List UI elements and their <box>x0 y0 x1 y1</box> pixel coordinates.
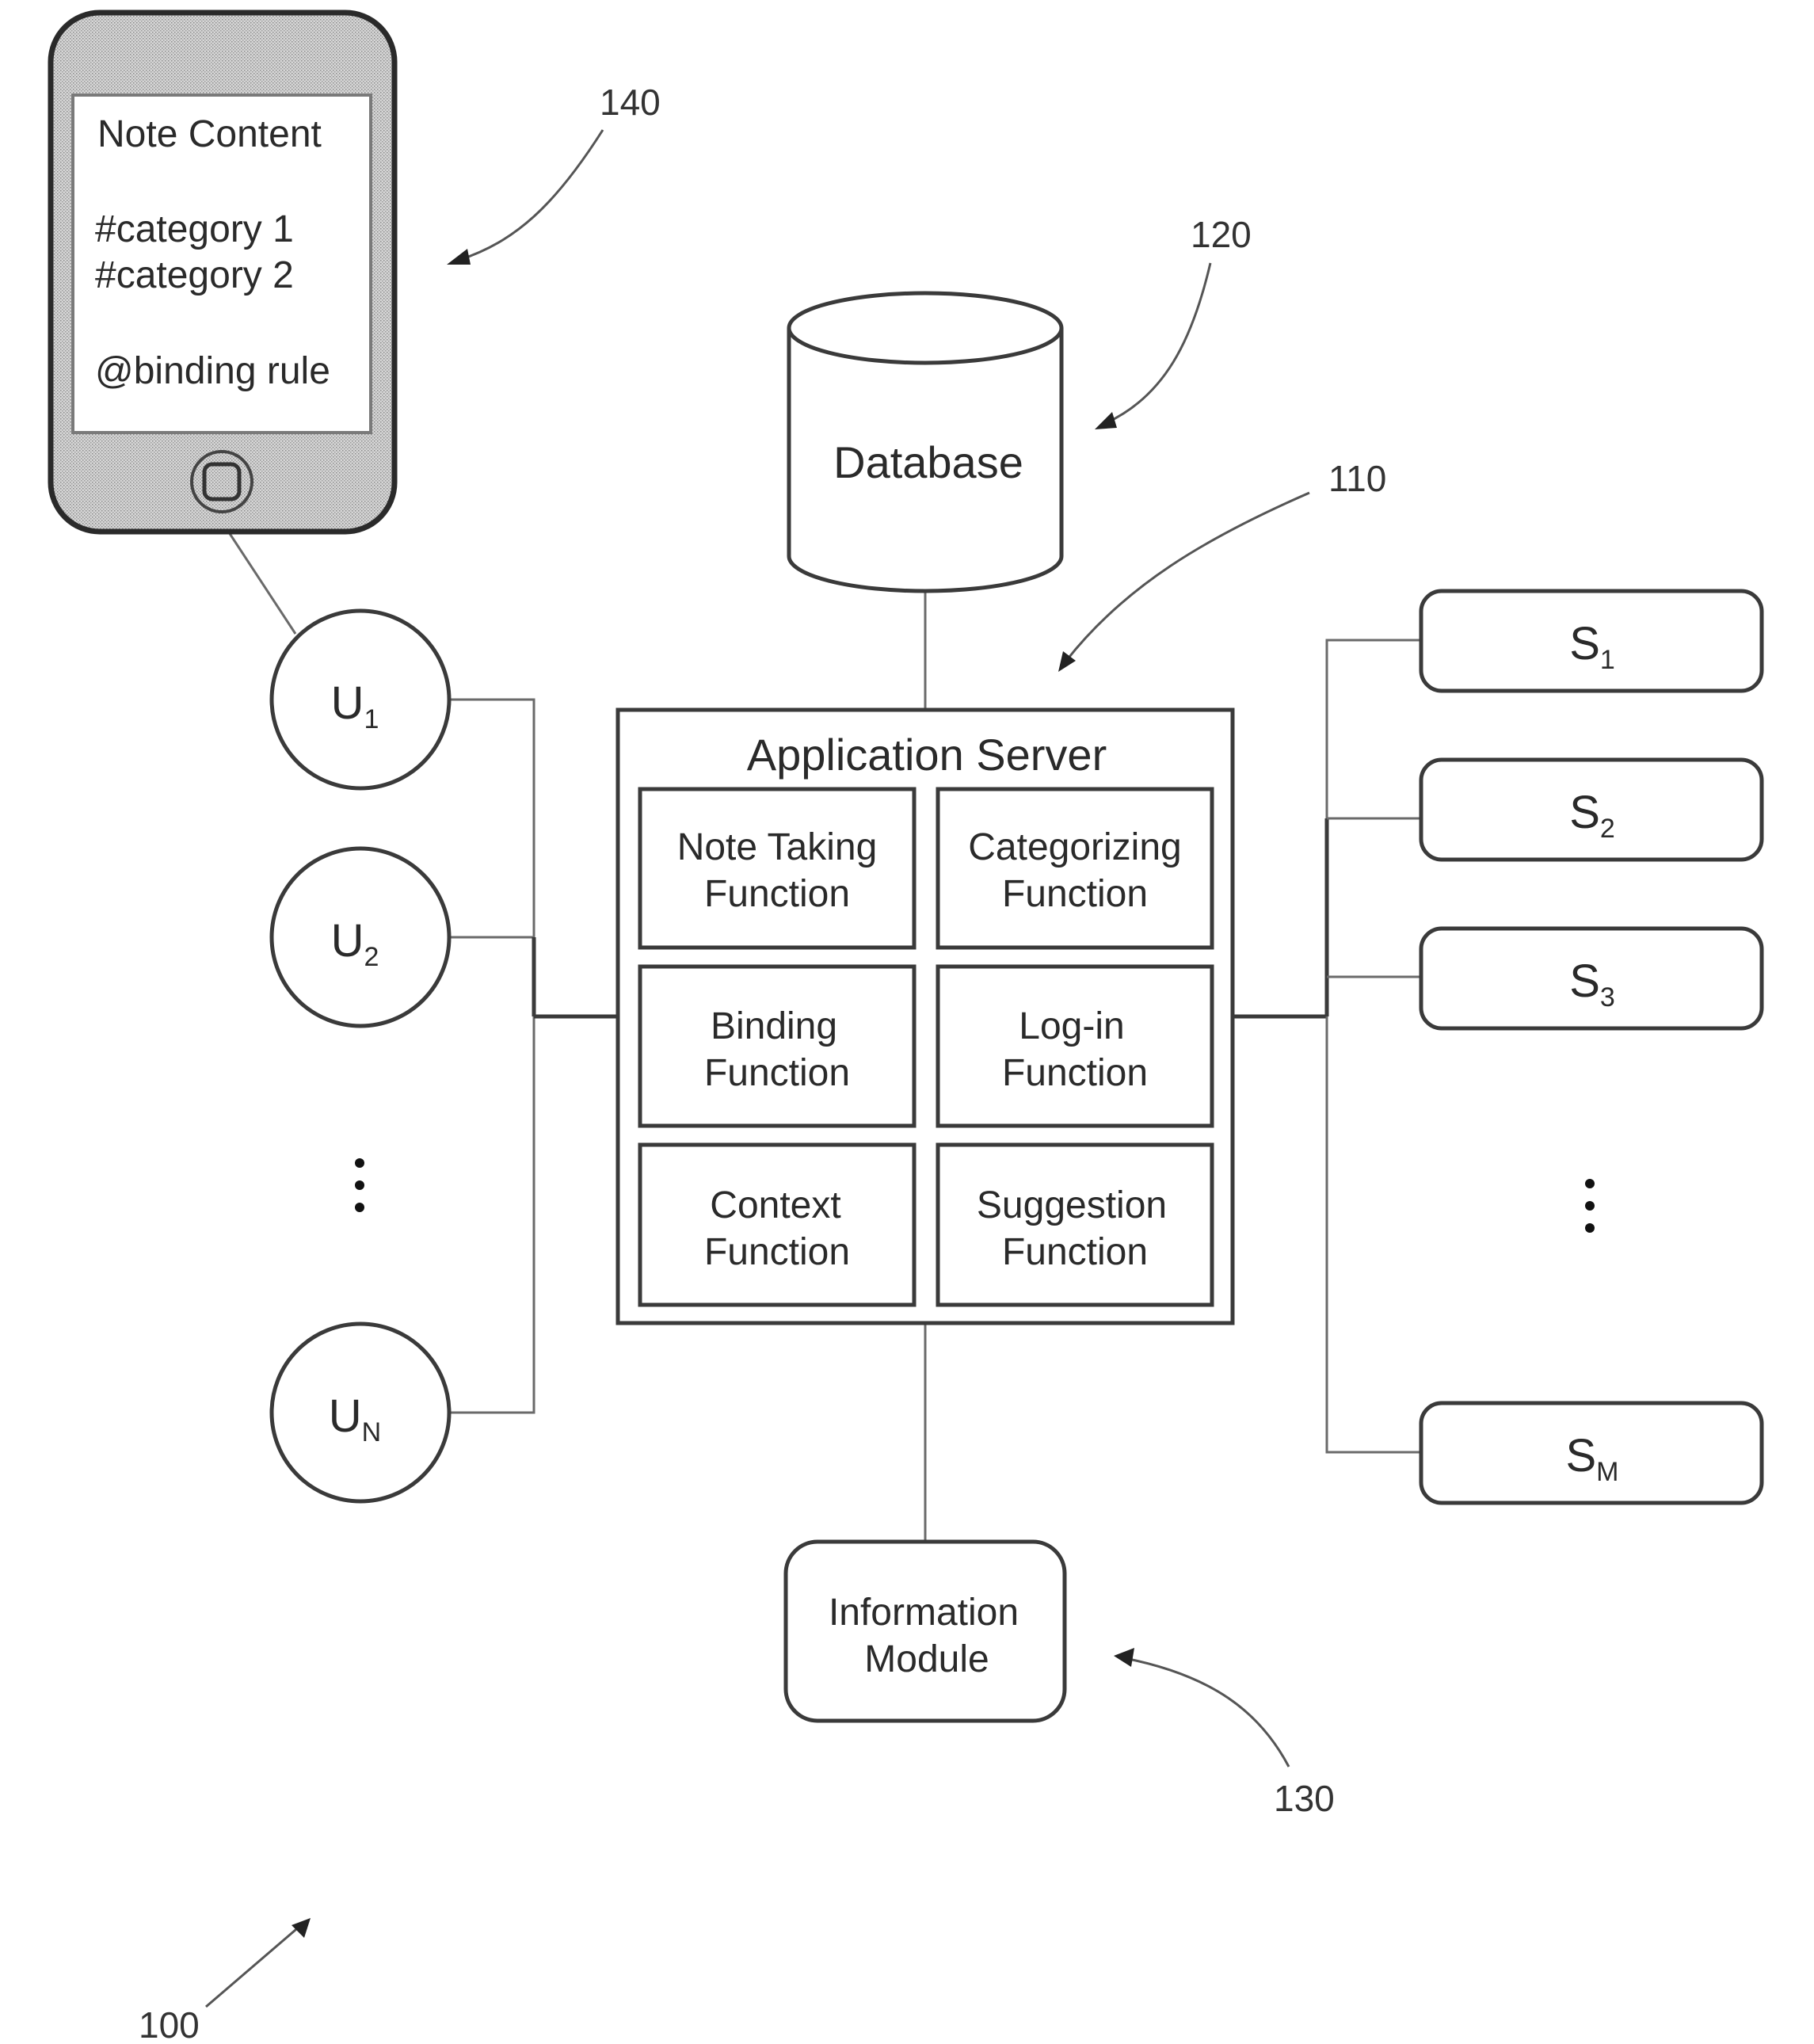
function-label-line1: Categorizing <box>968 826 1181 868</box>
sM-connector <box>1325 1016 1420 1454</box>
ref-110-label: 110 <box>1328 458 1386 499</box>
user-node-n: UN <box>269 1321 452 1504</box>
ref-100-label: 100 <box>139 2004 200 2044</box>
function-label-line2: Function <box>704 1052 850 1094</box>
function-label-line1: Binding <box>711 1005 837 1047</box>
system-diagram: Note Content #category 1 #category 2 @bi… <box>48 10 1764 2044</box>
function-label-line2: Function <box>1002 873 1148 915</box>
ref-110-arrowhead-icon <box>1058 651 1076 672</box>
information-module: Information Module <box>783 1539 1067 1723</box>
function-context: Context Function <box>638 1142 917 1307</box>
screen-line-category-2: #category 2 <box>95 254 294 296</box>
phone-to-user1-line <box>227 532 297 635</box>
user-subscript: N <box>362 1417 382 1447</box>
function-label-line2: Function <box>1002 1231 1148 1273</box>
service-node-m: SM <box>1419 1401 1764 1505</box>
ref-120-arrow <box>1105 262 1212 425</box>
ref-100-arrowhead-icon <box>292 1918 311 1938</box>
function-suggestion: Suggestion Function <box>936 1142 1214 1307</box>
ref-120-label: 120 <box>1191 214 1252 255</box>
user-node-2: U2 <box>269 846 452 1028</box>
ref-140-arrowhead-icon <box>447 249 471 265</box>
screen-line-note-content: Note Content <box>97 113 322 155</box>
services-ellipsis <box>1585 1179 1595 1233</box>
userN-connector <box>450 1016 535 1414</box>
service-subscript: 2 <box>1600 814 1615 844</box>
ref-130-label: 130 <box>1274 1778 1335 1819</box>
service-subscript: 3 <box>1600 982 1615 1012</box>
function-categorizing: Categorizing Function <box>936 787 1214 950</box>
user-node-1: U1 <box>269 608 452 791</box>
info-module-line2: Module <box>864 1638 989 1680</box>
screen-line-binding-rule: @binding rule <box>95 350 330 392</box>
function-label-line1: Context <box>710 1184 840 1226</box>
function-label-line2: Function <box>704 1231 850 1273</box>
function-note-taking: Note Taking Function <box>638 787 917 950</box>
ref-140-label: 140 <box>600 82 661 123</box>
service-subscript: M <box>1596 1457 1618 1487</box>
user1-connector <box>450 698 535 937</box>
ellipsis-dot <box>1585 1179 1595 1188</box>
ref-110-arrow <box>1065 491 1310 662</box>
ref-120-arrowhead-icon <box>1095 412 1117 429</box>
service-node-1: S1 <box>1419 589 1764 693</box>
ref-130-arrow <box>1124 1657 1290 1768</box>
database-label: Database <box>833 437 1023 487</box>
application-server: Application Server Note Taking Function … <box>615 707 1235 1325</box>
function-label-line1: Note Taking <box>677 826 878 868</box>
ellipsis-dot <box>355 1203 364 1212</box>
info-module-line1: Information <box>829 1592 1019 1634</box>
database: Database <box>787 291 1064 593</box>
ellipsis-dot <box>1585 1223 1595 1233</box>
service-node-2: S2 <box>1419 757 1764 862</box>
user-subscript: 2 <box>364 942 379 972</box>
function-label-line1: Log-in <box>1019 1005 1124 1047</box>
ellipsis-dot <box>355 1180 364 1190</box>
screen-line-category-1: #category 1 <box>95 208 294 250</box>
ref-140-arrow <box>459 129 604 261</box>
user-subscript: 1 <box>364 704 379 734</box>
application-server-title: Application Server <box>747 730 1107 780</box>
s1-connector <box>1325 639 1420 818</box>
service-subscript: 1 <box>1600 645 1615 675</box>
function-label-line2: Function <box>704 873 850 915</box>
database-top <box>787 291 1064 365</box>
function-log-in: Log-in Function <box>936 964 1214 1128</box>
ref-130-arrowhead-icon <box>1114 1648 1134 1667</box>
ellipsis-dot <box>1585 1201 1595 1211</box>
ellipsis-dot <box>355 1158 364 1168</box>
service-node-3: S3 <box>1419 926 1764 1031</box>
function-label-line2: Function <box>1002 1052 1148 1094</box>
ref-100-arrow <box>205 1924 302 2008</box>
users-ellipsis <box>355 1158 364 1212</box>
function-binding: Binding Function <box>638 964 917 1128</box>
mobile-device: Note Content #category 1 #category 2 @bi… <box>48 10 398 535</box>
function-label-line1: Suggestion <box>977 1184 1167 1226</box>
